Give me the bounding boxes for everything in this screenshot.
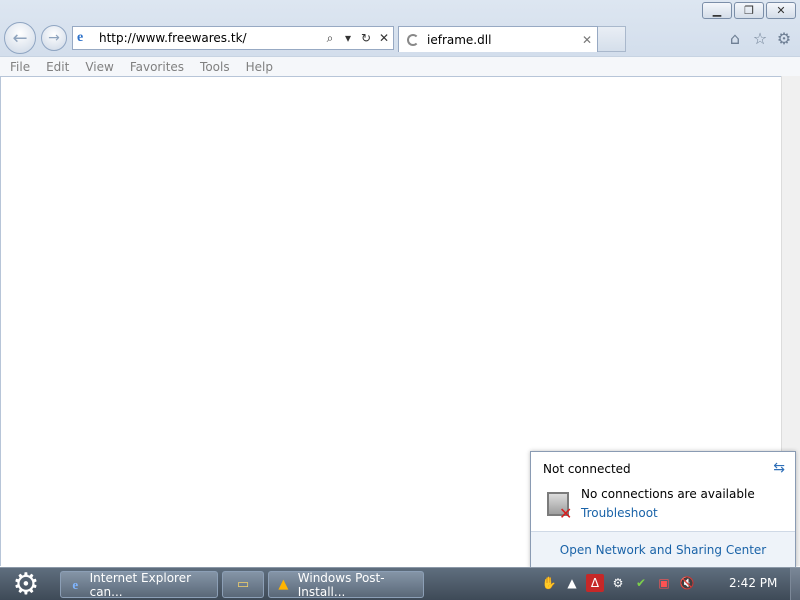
start-gear-icon: ⚙ [12, 567, 40, 600]
volume-muted-icon[interactable]: 🔇 [678, 574, 696, 592]
gear-icon[interactable]: ⚙ [609, 574, 627, 592]
refresh-icon[interactable]: ↻ [357, 31, 375, 45]
network-status: Not connected [543, 462, 631, 476]
taskbar-label: Internet Explorer can... [89, 570, 192, 599]
network-monitor-icon[interactable]: ✋ [540, 574, 558, 592]
search-icon[interactable]: ⌕ [321, 31, 339, 46]
stop-icon[interactable]: ✕ [375, 31, 393, 45]
forward-button[interactable]: → [41, 25, 67, 51]
flyout-footer: Open Network and Sharing Center [531, 531, 795, 567]
clock[interactable]: 2:42 PM [729, 576, 777, 590]
open-network-center-link[interactable]: Open Network and Sharing Center [560, 543, 766, 557]
taskbar-post-install-button[interactable]: ▲ Windows Post-Install... [268, 570, 424, 599]
favorites-star-icon[interactable]: ☆ [750, 28, 770, 48]
network-disconnected-icon[interactable]: ▣ [655, 574, 673, 592]
address-url[interactable]: http://www.freewares.tk/ [95, 31, 321, 45]
menu-help[interactable]: Help [246, 60, 273, 74]
menu-edit[interactable]: Edit [46, 60, 69, 74]
tab-ieframe[interactable]: ieframe.dll ✕ [398, 26, 598, 52]
ie-icon: e [77, 30, 84, 45]
menu-view[interactable]: View [85, 60, 113, 74]
minimize-button[interactable]: ▁ [702, 2, 732, 19]
arrow-left-icon: ← [12, 27, 28, 49]
troubleshoot-link[interactable]: Troubleshoot [581, 506, 658, 520]
tab-title: ieframe.dll [427, 32, 492, 47]
close-window-button[interactable]: ✕ [766, 2, 796, 19]
new-tab-button[interactable] [598, 26, 626, 52]
no-connections-message: No connections are available [581, 487, 755, 501]
taskbar-label: Windows Post-Install... [297, 570, 385, 599]
menu-favorites[interactable]: Favorites [130, 60, 184, 74]
ie-icon: e [72, 576, 79, 592]
menu-file[interactable]: File [10, 60, 30, 74]
cloud-icon[interactable]: ▲ [563, 574, 581, 592]
taskbar-ie-button[interactable]: e Internet Explorer can... [60, 570, 218, 599]
close-tab-icon[interactable]: ✕ [577, 33, 597, 47]
network-flyout: Not connected ⇆ ✕ No connections are ava… [530, 451, 796, 568]
address-bar[interactable]: e http://www.freewares.tk/ ⌕ ▾ ↻ ✕ [72, 26, 394, 50]
tools-gear-icon[interactable]: ⚙ [774, 28, 794, 48]
start-button[interactable]: ⚙ [4, 567, 48, 600]
home-icon[interactable]: ⌂ [725, 28, 745, 48]
menu-bar: File Edit View Favorites Tools Help [0, 56, 800, 76]
shield-icon[interactable]: ✔ [632, 574, 650, 592]
taskbar: ⚙ e Internet Explorer can... ▭ ▲ Windows… [0, 567, 800, 600]
taskbar-explorer-button[interactable]: ▭ [222, 571, 264, 598]
folder-icon: ▭ [236, 577, 250, 592]
loading-spinner-icon [407, 33, 419, 46]
show-desktop-button[interactable] [790, 568, 800, 600]
chevron-down-icon[interactable]: ▾ [339, 31, 357, 45]
refresh-arrows-icon[interactable]: ⇆ [773, 460, 785, 476]
pdf-icon[interactable]: ᐃ [586, 574, 604, 592]
restore-button[interactable]: ❐ [734, 2, 764, 19]
window-controls: ▁ ❐ ✕ [702, 2, 796, 19]
back-button[interactable]: ← [4, 22, 36, 54]
browser-chrome: ▁ ❐ ✕ ← → e http://www.freewares.tk/ ⌕ ▾… [0, 0, 800, 76]
arrow-right-icon: → [48, 30, 60, 46]
system-tray: ✋ ▲ ᐃ ⚙ ✔ ▣ 🔇 [540, 574, 696, 592]
network-disconnected-icon: ✕ [543, 488, 573, 523]
menu-tools[interactable]: Tools [200, 60, 230, 74]
warning-icon: ▲ [278, 577, 289, 592]
